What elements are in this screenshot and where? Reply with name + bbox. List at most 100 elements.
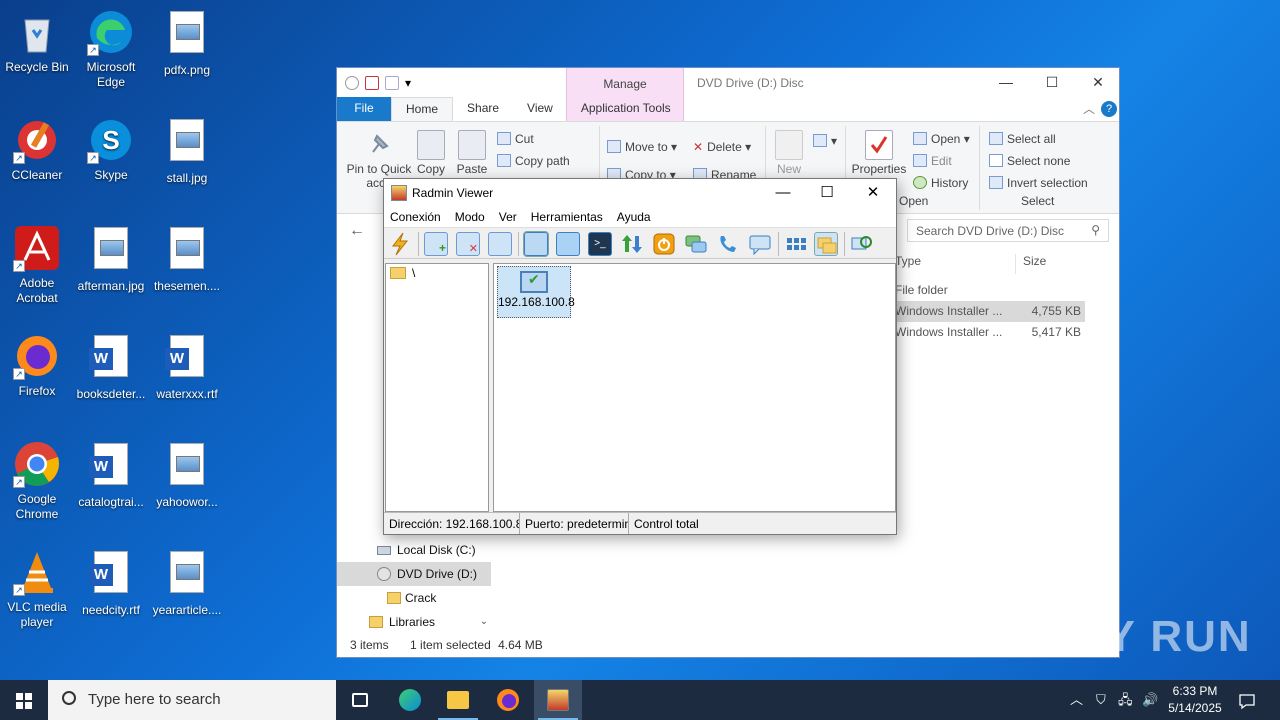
desktop-icon-waterxxx-rtf[interactable]: W waterxxx.rtf (150, 332, 224, 402)
history-button[interactable]: History (913, 176, 968, 190)
file-transfer-icon[interactable] (620, 232, 644, 256)
ribbon-collapse-icon[interactable]: ︿ (1083, 100, 1095, 117)
tab-file[interactable]: File (337, 97, 391, 121)
desktop-icon-recycle-bin[interactable]: Recycle Bin (0, 8, 74, 75)
minimize-button[interactable]: — (983, 68, 1029, 96)
column-size[interactable]: Size (1015, 254, 1046, 274)
column-type[interactable]: Type (895, 254, 921, 268)
open-button[interactable]: Open ▾ (913, 132, 970, 146)
edit-button[interactable]: Edit (913, 154, 952, 168)
copy-button[interactable]: Copy (415, 130, 447, 176)
desktop-icon-pdfx-png[interactable]: pdfx.png (150, 8, 224, 78)
connect-lightning-icon[interactable] (388, 232, 412, 256)
tab-share[interactable]: Share (453, 97, 513, 121)
taskbar-file-explorer[interactable] (434, 680, 482, 720)
dvd-drive-icon (377, 567, 391, 581)
file-row-selected[interactable]: Windows Installer ... 4,755 KB (895, 301, 1085, 322)
desktop-icon-vlc[interactable]: ↗ VLC media player (0, 548, 74, 630)
desktop-icon-afterman-jpg[interactable]: afterman.jpg (74, 224, 148, 294)
desktop-icon-yeararticle[interactable]: yeararticle.... (150, 548, 224, 618)
taskbar-search-box[interactable]: Type here to search (48, 680, 336, 720)
desktop-icon-adobe-acrobat[interactable]: ↗ Adobe Acrobat (0, 224, 74, 306)
desktop-icon-booksdeter[interactable]: W booksdeter... (74, 332, 148, 402)
menu-conexion[interactable]: Conexión (390, 207, 448, 227)
search-computers-icon[interactable] (850, 232, 874, 256)
paste-button[interactable]: Paste (455, 130, 489, 176)
connection-item[interactable]: 192.168.100.8 (497, 266, 575, 318)
telnet-icon[interactable]: >_ (588, 232, 612, 256)
network-security-icon[interactable]: ⛉ (1096, 680, 1106, 720)
tab-application-tools[interactable]: Application Tools (567, 97, 685, 121)
delete-button[interactable]: ✕ Delete ▾ (693, 140, 751, 154)
copy-path-button[interactable]: Copy path (497, 154, 570, 168)
new-item-button[interactable]: ▾ (813, 134, 837, 148)
menu-ver[interactable]: Ver (499, 207, 524, 227)
move-to-button[interactable]: Move to ▾ (607, 140, 677, 154)
desktop-icon-google-chrome[interactable]: ↗ Google Chrome (0, 440, 74, 522)
radmin-minimize-button[interactable]: — (760, 179, 806, 207)
volume-icon[interactable]: 🔊 (1142, 680, 1158, 720)
large-icons-view-icon[interactable] (784, 232, 808, 256)
menu-herramientas[interactable]: Herramientas (531, 207, 610, 227)
desktop-icon-stall-jpg[interactable]: stall.jpg (150, 116, 224, 186)
close-button[interactable]: ✕ (1075, 68, 1121, 96)
cut-button[interactable]: Cut (497, 132, 534, 146)
nav-libraries[interactable]: Libraries (337, 610, 491, 634)
desktop-icon-ccleaner[interactable]: ↗ CCleaner (0, 116, 74, 183)
help-icon[interactable]: ? (1101, 101, 1117, 117)
notifications-icon[interactable] (1238, 680, 1258, 720)
desktop-icon-skype[interactable]: S ↗ Skype (74, 116, 148, 183)
desktop-icon-catalogtrai[interactable]: W catalogtrai... (74, 440, 148, 510)
maximize-button[interactable]: ☐ (1029, 68, 1075, 96)
view-only-icon[interactable] (556, 232, 580, 256)
desktop-icon-needcity-rtf[interactable]: W needcity.rtf (74, 548, 148, 618)
delete-connection-icon[interactable]: ✕ (456, 232, 480, 256)
radmin-close-button[interactable]: ✕ (850, 179, 896, 207)
menu-ayuda[interactable]: Ayuda (617, 207, 658, 227)
manage-tab[interactable]: Manage (566, 77, 684, 91)
new-folder-quick-icon[interactable] (385, 76, 399, 90)
desktop-icon-microsoft-edge[interactable]: ↗ Microsoft Edge (74, 8, 148, 90)
tab-view[interactable]: View (513, 97, 567, 121)
connection-properties-icon[interactable] (488, 232, 512, 256)
desktop-icon-firefox[interactable]: ↗ Firefox (0, 332, 74, 399)
show-hidden-icons-chevron-icon[interactable]: ︿ (1070, 680, 1083, 720)
new-folder-button[interactable]: New (773, 130, 805, 176)
shortcut-arrow-icon: ↗ (13, 152, 25, 164)
send-message-icon[interactable] (748, 232, 772, 256)
desktop-icon-yahoowor[interactable]: yahoowor... (150, 440, 224, 510)
network-icon[interactable]: 🖧 (1118, 680, 1133, 720)
search-input[interactable]: Search DVD Drive (D:) Disc ⚲ (907, 219, 1109, 242)
tab-home[interactable]: Home (391, 97, 454, 121)
properties-button[interactable]: Properties (851, 130, 907, 176)
start-button[interactable] (0, 680, 48, 720)
scroll-down-icon[interactable]: ⌄ (477, 616, 491, 627)
taskbar-edge[interactable] (386, 680, 434, 720)
file-row[interactable]: File folder (895, 280, 1085, 301)
nav-dvd-drive-d[interactable]: DVD Drive (D:) (337, 562, 491, 586)
history-icon (913, 176, 927, 189)
nav-local-disk-c[interactable]: Local Disk (C:) (337, 538, 491, 562)
back-arrow-icon[interactable]: ← (349, 222, 365, 240)
properties-quick-icon[interactable] (365, 76, 379, 90)
shutdown-icon[interactable] (652, 232, 676, 256)
nav-crack-folder[interactable]: Crack (337, 586, 491, 610)
menu-modo[interactable]: Modo (455, 207, 492, 227)
select-all-button[interactable]: Select all (989, 132, 1056, 146)
full-control-icon[interactable] (523, 231, 549, 257)
taskbar-radmin-viewer[interactable] (534, 680, 582, 720)
task-view-button[interactable] (336, 680, 384, 720)
folders-view-icon[interactable] (814, 232, 838, 256)
chat-icon[interactable] (684, 232, 708, 256)
add-connection-icon[interactable]: + (424, 232, 448, 256)
desktop-icon-thesemen[interactable]: thesemen.... (150, 224, 224, 294)
taskbar-firefox[interactable] (484, 680, 532, 720)
voice-chat-icon[interactable] (716, 232, 740, 256)
radmin-maximize-button[interactable]: ☐ (804, 179, 850, 207)
tree-root-item[interactable]: \ (390, 266, 415, 280)
chevron-down-icon[interactable]: ▾ (405, 76, 413, 90)
file-row[interactable]: Windows Installer ... 5,417 KB (895, 322, 1085, 343)
system-clock[interactable]: 6:33 PM 5/14/2025 (1160, 683, 1230, 717)
select-none-button[interactable]: Select none (989, 154, 1070, 168)
invert-selection-button[interactable]: Invert selection (989, 176, 1088, 190)
